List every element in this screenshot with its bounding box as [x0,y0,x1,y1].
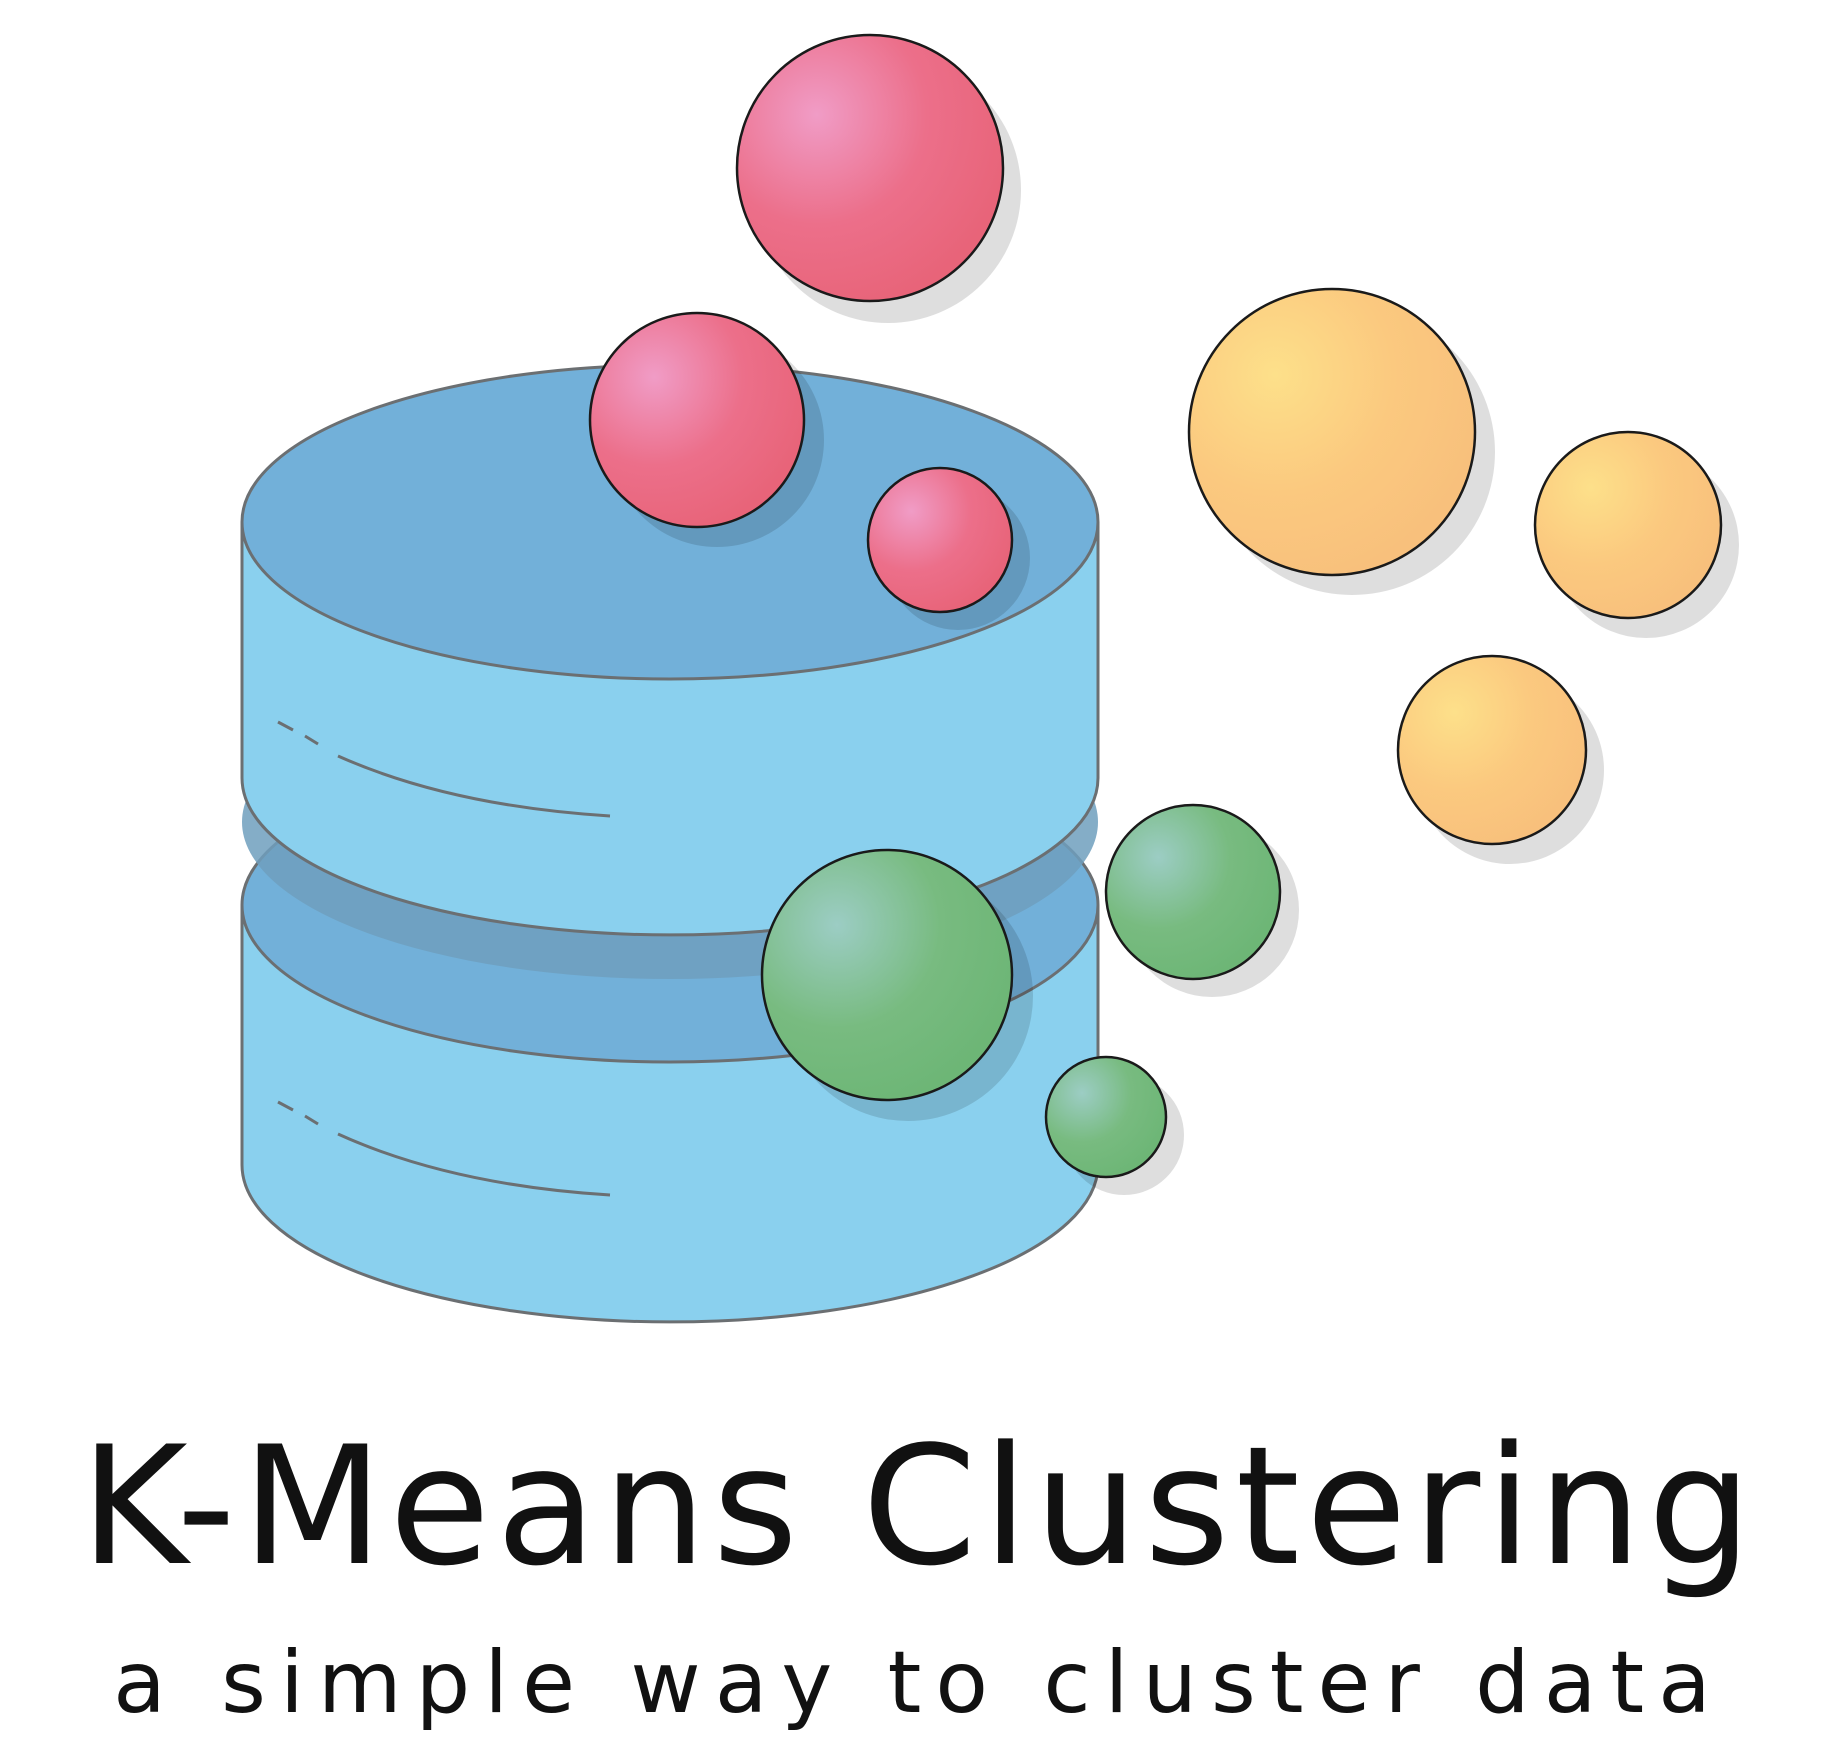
orange-point-small [1396,654,1588,846]
green-point-small [1044,1055,1168,1179]
orange-point-medium [1533,430,1723,620]
orange-point-large [1187,287,1477,577]
logo-canvas: K-Means Clustering a simple way to clust… [0,0,1838,1758]
red-point-small [866,466,1014,614]
green-point-large [760,848,1014,1102]
logo-title: K-Means Clustering [80,1411,1758,1602]
logo-subtitle: a simple way to cluster data [113,1633,1725,1733]
green-point-medium [1104,803,1282,981]
red-point-medium [588,311,806,529]
orange-cluster [1187,287,1739,864]
red-point-large [735,33,1005,303]
